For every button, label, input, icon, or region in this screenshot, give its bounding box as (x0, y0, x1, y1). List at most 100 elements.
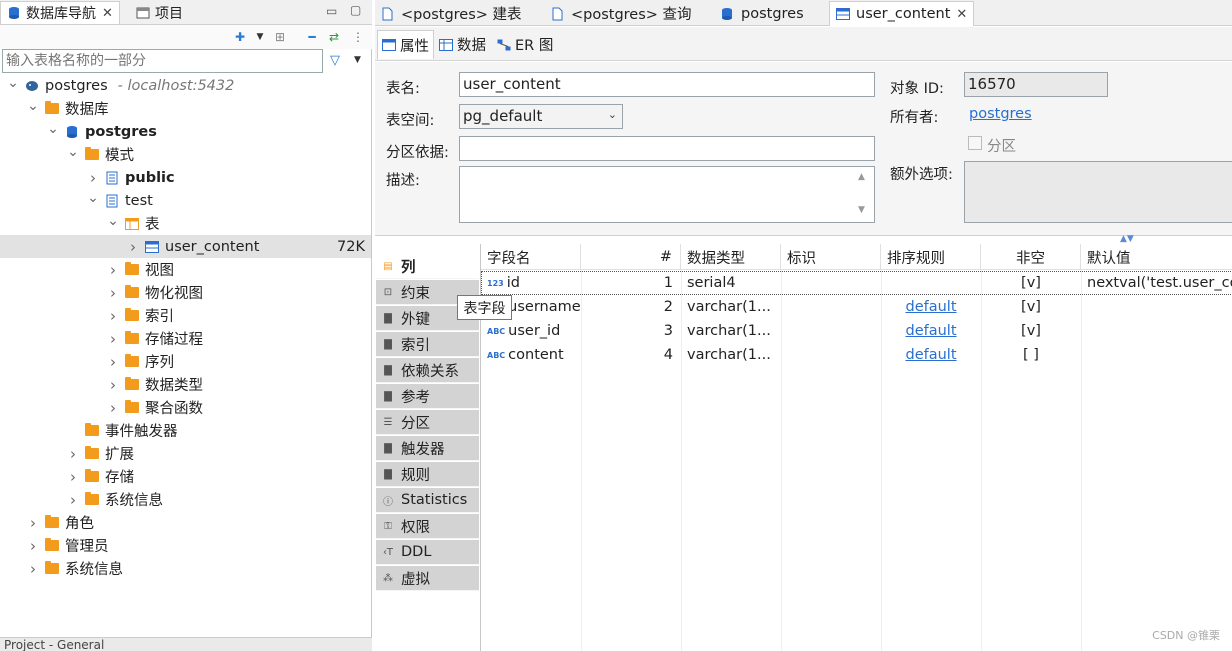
tree-node[interactable]: ⌄ 模式 (0, 143, 371, 166)
grid-cell[interactable] (781, 319, 881, 343)
vertical-tab[interactable]: ▇ 参考 (376, 384, 479, 409)
editor-tab-query[interactable]: <postgres> 查询 (545, 1, 698, 26)
grid-cell[interactable] (1081, 295, 1232, 319)
collapse-all-icon[interactable]: ━ (304, 29, 320, 45)
chevron-right-icon[interactable]: › (106, 284, 120, 302)
chevron-down-icon[interactable]: ⌄ (6, 75, 20, 91)
vertical-tab[interactable]: ▇ 规则 (376, 462, 479, 487)
editor-tab-create-table[interactable]: <postgres> 建表 (375, 1, 528, 26)
grid-cell[interactable]: 123 id (481, 271, 581, 295)
chevron-right-icon[interactable]: › (106, 376, 120, 394)
grid-cell[interactable] (781, 295, 881, 319)
grid-cell[interactable] (781, 271, 881, 295)
filter-input[interactable] (2, 49, 323, 73)
column-header[interactable]: 非空 (981, 244, 1081, 270)
grid-cell[interactable]: default (881, 343, 981, 367)
new-folder-icon[interactable]: ⊞ (272, 29, 288, 45)
view-menu-icon[interactable]: ⋮ (350, 29, 366, 45)
grid-cell[interactable]: [v] (981, 271, 1081, 295)
tab-properties[interactable]: 属性 (377, 30, 434, 59)
tree-node[interactable]: › 角色 (0, 511, 371, 534)
vertical-tab[interactable]: ▇ 索引 (376, 332, 479, 357)
scroll-down-icon[interactable]: ▼ (858, 205, 865, 215)
editor-tab-user-content[interactable]: user_content ✕ (829, 1, 975, 26)
tree-node[interactable]: ⌄ 表 (0, 212, 371, 235)
tree-node[interactable]: 事件触发器 (0, 419, 371, 442)
editor-tab-postgres[interactable]: postgres (715, 1, 810, 26)
grid-cell[interactable]: varchar(1... (681, 343, 781, 367)
grid-cell[interactable]: ABC user_id (481, 319, 581, 343)
chevron-right-icon[interactable]: › (66, 491, 80, 509)
tree-node[interactable]: ⌄ postgres - localhost:5432 (0, 74, 371, 97)
table-row[interactable]: ABCusername2varchar(1...default[v] (481, 295, 1232, 319)
tree-node[interactable]: › 序列 (0, 350, 371, 373)
tree-node[interactable]: ⌄ 数据库 (0, 97, 371, 120)
tree-node[interactable]: › 聚合函数 (0, 396, 371, 419)
grid-cell[interactable]: nextval('test.user_content_id_seq'::regc… (1081, 271, 1232, 295)
chevron-down-icon[interactable]: ▼ (252, 29, 268, 45)
chevron-down-icon[interactable]: ⌄ (66, 144, 80, 160)
tree-node[interactable]: › 存储 (0, 465, 371, 488)
tree-node[interactable]: › 数据类型 (0, 373, 371, 396)
tree-node[interactable]: › public (0, 166, 371, 189)
chevron-right-icon[interactable]: › (106, 261, 120, 279)
vertical-tab[interactable]: ‹T DDL (376, 540, 479, 565)
chevron-right-icon[interactable]: › (26, 560, 40, 578)
grid-cell[interactable]: default (881, 319, 981, 343)
tree-node[interactable]: › 索引 (0, 304, 371, 327)
owner-link[interactable]: postgres (969, 106, 1032, 122)
chevron-down-icon[interactable]: ⌄ (106, 213, 120, 229)
chevron-right-icon[interactable]: › (26, 537, 40, 555)
tab-project[interactable]: 项目 (130, 1, 189, 24)
column-header[interactable]: 数据类型 (681, 244, 781, 270)
chevron-right-icon[interactable]: › (66, 445, 80, 463)
chevron-right-icon[interactable]: › (66, 468, 80, 486)
tree-node[interactable]: ⌄ postgres (0, 120, 371, 143)
grid-cell[interactable]: ABC content (481, 343, 581, 367)
column-header[interactable]: 标识 (781, 244, 881, 270)
grid-cell[interactable]: 2 (581, 295, 681, 319)
tree-node[interactable]: › 存储过程 (0, 327, 371, 350)
project-panel-header[interactable]: Project - General (0, 637, 372, 651)
tree-node[interactable]: › user_content 72K (0, 235, 371, 258)
tree-node[interactable]: › 扩展 (0, 442, 371, 465)
tree-node[interactable]: › 系统信息 (0, 488, 371, 511)
filter-icon[interactable]: ▽ (330, 53, 340, 68)
tree-node[interactable]: › 系统信息 (0, 557, 371, 580)
tab-er-diagram[interactable]: ER 图 (493, 30, 557, 59)
chevron-right-icon[interactable]: › (126, 238, 140, 256)
minimize-icon[interactable]: ▭ (326, 4, 337, 18)
chevron-down-icon[interactable]: ▼ (354, 55, 361, 65)
close-icon[interactable]: ✕ (956, 7, 967, 22)
vertical-tab[interactable]: ▇ 依赖关系 (376, 358, 479, 383)
connect-icon[interactable]: ✚ (232, 29, 248, 45)
tablespace-select[interactable]: pg_default ⌄ (459, 104, 623, 129)
vertical-tab[interactable]: ▇ 触发器 (376, 436, 479, 461)
table-row[interactable]: 123id 1 serial4 [v] nextval('test.user_conte… (481, 271, 1232, 295)
table-row[interactable]: ABC user_id 3 varchar(1... default [v] (481, 319, 1232, 343)
grid-cell[interactable] (1081, 343, 1232, 367)
chevron-down-icon[interactable]: ⌄ (26, 98, 40, 114)
tab-data[interactable]: 数据 (435, 30, 490, 59)
link-editor-icon[interactable]: ⇄ (326, 29, 342, 45)
vertical-tab[interactable]: ▤ 列 (376, 254, 479, 279)
tree-node[interactable]: › 视图 (0, 258, 371, 281)
column-header[interactable]: 默认值 (1081, 244, 1232, 270)
grid-cell[interactable]: [v] (981, 319, 1081, 343)
chevron-down-icon[interactable]: ⌄ (46, 121, 60, 137)
column-header[interactable]: # (581, 244, 681, 270)
partitioned-checkbox[interactable] (968, 136, 982, 150)
tree-node[interactable]: ⌄ test (0, 189, 371, 212)
vertical-tab[interactable]: ⓘ Statistics (376, 488, 479, 513)
table-row[interactable]: ABC content 4 varchar(1... default [ ] (481, 343, 1232, 367)
grid-cell[interactable]: varchar(1... (681, 319, 781, 343)
chevron-right-icon[interactable]: › (86, 169, 100, 187)
chevron-right-icon[interactable]: › (106, 307, 120, 325)
vertical-tab[interactable]: ⚿ 权限 (376, 514, 479, 539)
tab-database-navigator[interactable]: 数据库导航 ✕ (0, 1, 120, 24)
grid-cell[interactable]: 1 (581, 271, 681, 295)
scroll-up-icon[interactable]: ▲ (858, 172, 865, 182)
grid-cell[interactable] (881, 271, 981, 295)
grid-cell[interactable] (781, 343, 881, 367)
close-icon[interactable]: ✕ (102, 6, 113, 21)
